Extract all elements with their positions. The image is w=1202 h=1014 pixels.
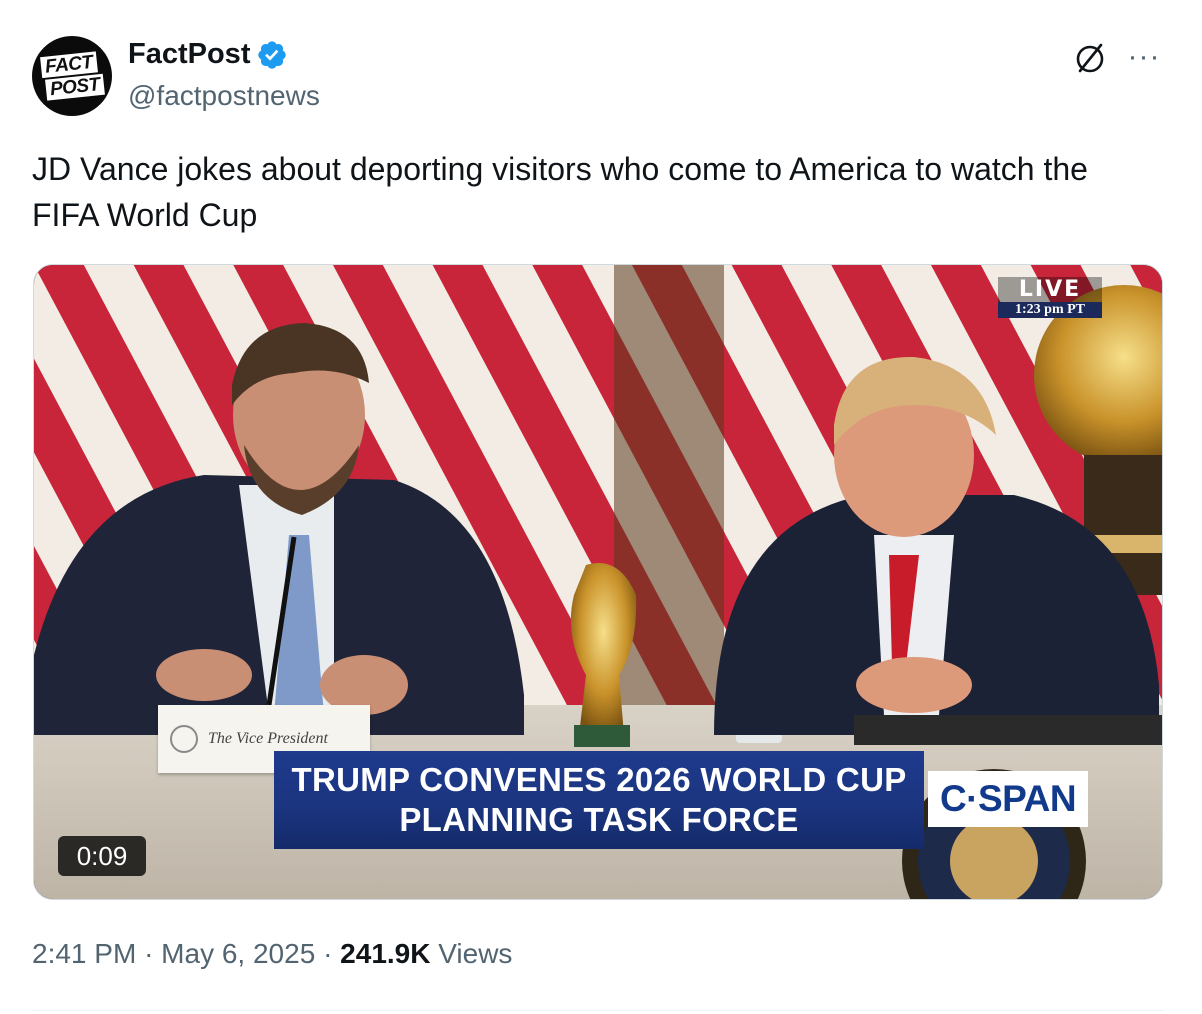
author-display-name[interactable]: FactPost xyxy=(128,38,250,71)
author-name-row: FactPost xyxy=(128,38,288,71)
tweet-date[interactable]: May 6, 2025 xyxy=(161,938,315,969)
verified-badge-icon xyxy=(258,40,287,69)
tweet-text: JD Vance jokes about deporting visitors … xyxy=(32,151,1088,233)
author-handle[interactable]: @factpostnews xyxy=(128,80,320,112)
logo-text-post: POST xyxy=(45,73,105,101)
video-player[interactable]: LIVE 1:23 pm PT The Vice President TRUMP… xyxy=(33,264,1163,900)
tweet-meta: 2:41 PM · May 6, 2025 · 241.9K Views xyxy=(32,938,512,970)
views-count: 241.9K xyxy=(340,938,431,969)
views-label: Views xyxy=(438,938,513,969)
seal-icon xyxy=(170,725,198,753)
tweet-time[interactable]: 2:41 PM xyxy=(32,938,136,969)
avatar[interactable]: FACT POST xyxy=(32,36,112,116)
live-time: 1:23 pm PT xyxy=(998,302,1102,318)
lower-third-banner: TRUMP CONVENES 2026 WORLD CUP PLANNING T… xyxy=(274,751,924,849)
divider xyxy=(32,1010,1164,1011)
placard-text: The Vice President xyxy=(208,730,328,747)
lower-third-line2: PLANNING TASK FORCE xyxy=(399,801,799,838)
lower-third-line1: TRUMP CONVENES 2026 WORLD CUP xyxy=(291,761,907,798)
video-duration-badge: 0:09 xyxy=(58,836,146,876)
meta-separator: · xyxy=(323,938,333,969)
live-label: LIVE xyxy=(998,277,1102,302)
live-indicator: LIVE 1:23 pm PT xyxy=(998,277,1102,318)
network-logo: C·SPAN xyxy=(928,771,1088,827)
meta-separator: · xyxy=(144,938,154,969)
grok-icon[interactable] xyxy=(1072,40,1108,76)
more-options-button[interactable]: ··· xyxy=(1124,40,1164,74)
